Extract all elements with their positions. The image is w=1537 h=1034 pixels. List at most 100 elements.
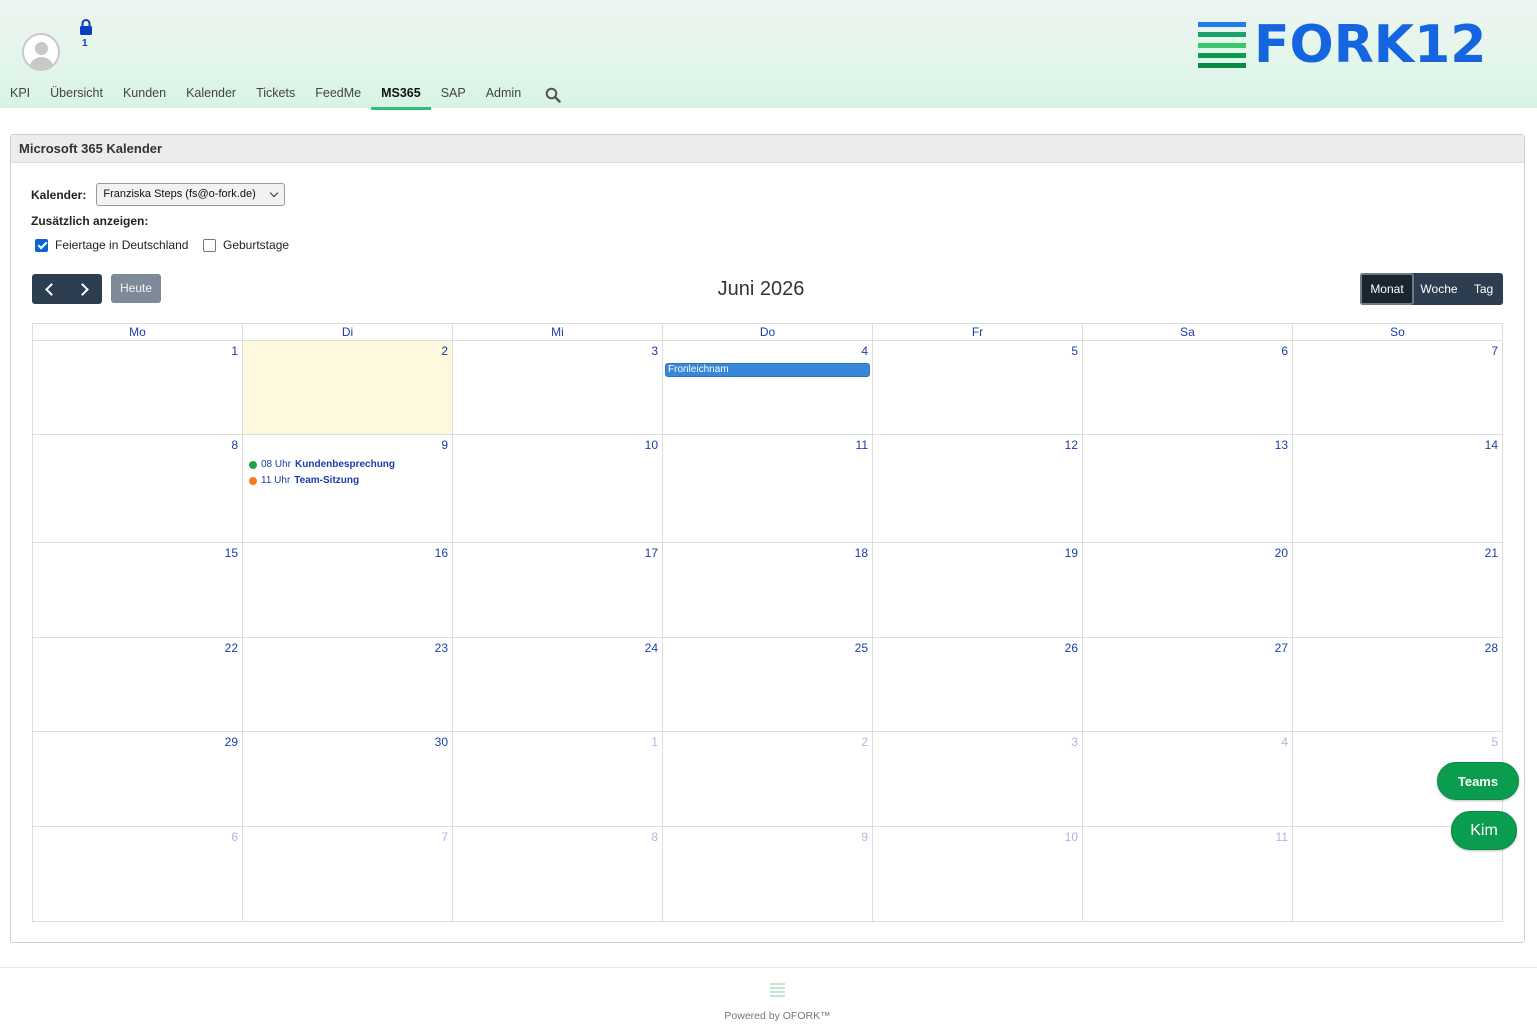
nav-item-kunden[interactable]: Kunden xyxy=(113,80,176,110)
day-cell[interactable]: 13 xyxy=(1083,435,1293,542)
day-cell[interactable]: 7 xyxy=(243,827,453,922)
day-cell[interactable]: 10 xyxy=(873,827,1083,922)
day-number[interactable]: 4 xyxy=(861,344,868,358)
day-cell[interactable]: 2 xyxy=(243,341,453,434)
day-number[interactable]: 18 xyxy=(855,546,868,560)
day-number[interactable]: 10 xyxy=(1065,830,1078,844)
day-cell[interactable]: 8 xyxy=(453,827,663,922)
day-number[interactable]: 13 xyxy=(1275,438,1288,452)
day-cell[interactable]: 10 xyxy=(453,435,663,542)
user-avatar[interactable] xyxy=(22,33,60,71)
search-icon[interactable] xyxy=(545,87,561,103)
nav-item-admin[interactable]: Admin xyxy=(476,80,531,110)
day-number[interactable]: 5 xyxy=(1071,344,1078,358)
day-number[interactable]: 11 xyxy=(856,438,868,452)
day-number[interactable]: 10 xyxy=(645,438,658,452)
day-cell[interactable]: 20 xyxy=(1083,543,1293,637)
day-number[interactable]: 6 xyxy=(1281,344,1288,358)
day-number[interactable]: 24 xyxy=(645,641,658,655)
nav-item--bersicht[interactable]: Übersicht xyxy=(40,80,113,110)
day-cell[interactable]: 4 Fronleichnam xyxy=(663,341,873,434)
day-cell[interactable]: 16 xyxy=(243,543,453,637)
day-cell[interactable]: 9 08 Uhr Kundenbesprechung 11 Uhr Team-Sitzu… xyxy=(243,435,453,542)
day-cell[interactable]: 11 xyxy=(663,435,873,542)
day-number[interactable]: 1 xyxy=(231,344,238,358)
lock-icon[interactable] xyxy=(79,18,93,36)
day-number[interactable]: 15 xyxy=(225,546,238,560)
day-number[interactable]: 9 xyxy=(441,438,448,452)
day-number[interactable]: 8 xyxy=(231,438,238,452)
allday-event[interactable]: Fronleichnam xyxy=(665,363,870,377)
nav-item-sap[interactable]: SAP xyxy=(431,80,476,110)
day-cell[interactable]: 27 xyxy=(1083,638,1293,731)
timed-event[interactable]: 11 Uhr Team-Sitzung xyxy=(249,475,359,486)
day-cell[interactable]: 24 xyxy=(453,638,663,731)
today-button[interactable]: Heute xyxy=(111,274,161,303)
holidays-checkbox-label[interactable]: Feiertage in Deutschland xyxy=(55,238,188,252)
day-number[interactable]: 9 xyxy=(861,830,868,844)
day-number[interactable]: 23 xyxy=(435,641,448,655)
day-number[interactable]: 29 xyxy=(225,735,238,749)
day-cell[interactable]: 4 xyxy=(1083,732,1293,826)
day-number[interactable]: 7 xyxy=(441,830,448,844)
day-number[interactable]: 30 xyxy=(435,735,448,749)
day-cell[interactable]: 3 xyxy=(873,732,1083,826)
checkbox-holidays-row[interactable]: Feiertage in Deutschland xyxy=(35,238,188,252)
day-number[interactable]: 2 xyxy=(441,344,448,358)
day-cell[interactable]: 21 xyxy=(1293,543,1502,637)
day-cell[interactable]: 29 xyxy=(33,732,243,826)
nav-item-tickets[interactable]: Tickets xyxy=(246,80,305,110)
day-number[interactable]: 8 xyxy=(651,830,658,844)
teams-button[interactable]: Teams xyxy=(1437,762,1519,800)
day-cell[interactable]: 9 xyxy=(663,827,873,922)
nav-item-feedme[interactable]: FeedMe xyxy=(305,80,371,110)
day-cell[interactable]: 11 xyxy=(1083,827,1293,922)
holidays-checkbox[interactable] xyxy=(35,238,48,252)
view-woche-button[interactable]: Woche xyxy=(1414,273,1464,305)
day-cell[interactable]: 14 xyxy=(1293,435,1502,542)
timed-event[interactable]: 08 Uhr Kundenbesprechung xyxy=(249,459,395,470)
day-cell[interactable]: 15 xyxy=(33,543,243,637)
day-number[interactable]: 7 xyxy=(1491,344,1498,358)
nav-item-ms365[interactable]: MS365 xyxy=(371,80,431,110)
day-number[interactable]: 3 xyxy=(651,344,658,358)
day-cell[interactable]: 8 xyxy=(33,435,243,542)
day-cell[interactable]: 3 xyxy=(453,341,663,434)
day-cell[interactable]: 17 xyxy=(453,543,663,637)
next-month-button[interactable] xyxy=(67,274,102,304)
day-cell[interactable]: 28 xyxy=(1293,638,1502,731)
day-cell[interactable]: 7 xyxy=(1293,341,1502,434)
day-number[interactable]: 3 xyxy=(1071,735,1078,749)
day-number[interactable]: 16 xyxy=(435,546,448,560)
kim-chat-button[interactable]: Kim xyxy=(1451,811,1517,850)
day-number[interactable]: 21 xyxy=(1485,546,1498,560)
calendar-select[interactable]: Franziska Steps (fs@o-fork.de) xyxy=(96,183,286,206)
day-cell[interactable]: 23 xyxy=(243,638,453,731)
day-cell[interactable]: 26 xyxy=(873,638,1083,731)
day-number[interactable]: 4 xyxy=(1281,735,1288,749)
nav-item-kalender[interactable]: Kalender xyxy=(176,80,246,110)
view-tag-button[interactable]: Tag xyxy=(1464,273,1503,305)
day-cell[interactable]: 6 xyxy=(1083,341,1293,434)
view-monat-button[interactable]: Monat xyxy=(1360,273,1414,305)
day-number[interactable]: 25 xyxy=(855,641,868,655)
day-number[interactable]: 19 xyxy=(1065,546,1078,560)
day-cell[interactable]: 2 xyxy=(663,732,873,826)
day-number[interactable]: 2 xyxy=(861,735,868,749)
day-number[interactable]: 14 xyxy=(1485,438,1498,452)
checkbox-birthdays-row[interactable]: Geburtstage xyxy=(203,238,289,252)
day-number[interactable]: 12 xyxy=(1065,438,1078,452)
day-number[interactable]: 26 xyxy=(1065,641,1078,655)
day-number[interactable]: 6 xyxy=(231,830,238,844)
locked-tickets-count[interactable]: 1 xyxy=(82,38,88,49)
day-cell[interactable]: 18 xyxy=(663,543,873,637)
birthdays-checkbox-label[interactable]: Geburtstage xyxy=(223,238,289,252)
day-cell[interactable]: 22 xyxy=(33,638,243,731)
day-cell[interactable]: 12 xyxy=(873,435,1083,542)
day-cell[interactable]: 6 xyxy=(33,827,243,922)
day-number[interactable]: 1 xyxy=(651,735,658,749)
day-cell[interactable]: 1 xyxy=(33,341,243,434)
day-number[interactable]: 11 xyxy=(1276,830,1288,844)
nav-item-kpi[interactable]: KPI xyxy=(0,80,40,110)
birthdays-checkbox[interactable] xyxy=(203,238,216,252)
